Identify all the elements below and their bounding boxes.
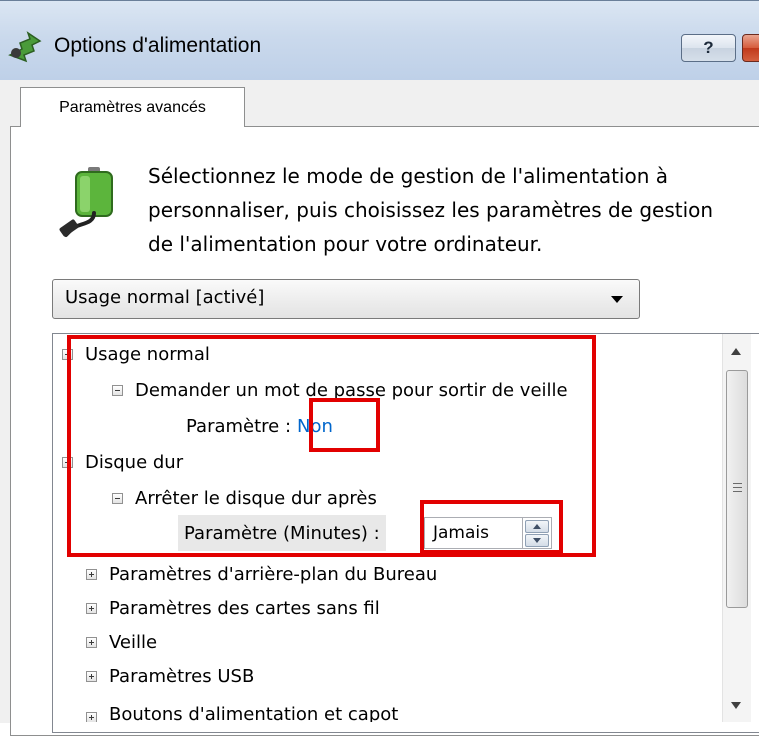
tree-item-power-buttons[interactable]: Boutons d'alimentation et capot bbox=[86, 692, 398, 722]
collapse-icon[interactable] bbox=[112, 492, 123, 504]
scroll-up-icon[interactable] bbox=[731, 348, 741, 355]
expand-icon[interactable] bbox=[86, 636, 97, 648]
window-title: Options d'alimentation bbox=[54, 34, 262, 57]
expand-icon[interactable] bbox=[86, 602, 97, 614]
collapse-icon[interactable] bbox=[62, 348, 73, 360]
dropdown-selected-value: Usage normal [activé] bbox=[65, 287, 265, 308]
stepper-down-icon[interactable] bbox=[525, 534, 549, 547]
grip-line bbox=[733, 491, 742, 492]
tree-item-hard-disk[interactable]: Disque dur bbox=[62, 444, 183, 480]
battery-plug-icon bbox=[59, 167, 113, 237]
minutes-input[interactable]: Jamais bbox=[424, 517, 524, 549]
tree-item-usage-normal[interactable]: Usage normal bbox=[62, 336, 210, 372]
grip-line bbox=[733, 487, 742, 488]
grip-line bbox=[733, 483, 742, 484]
expand-icon[interactable] bbox=[86, 670, 97, 682]
description-text: Sélectionnez le mode de gestion de l'ali… bbox=[148, 164, 714, 256]
tree-setting-password: Paramètre : Non bbox=[186, 415, 333, 437]
setting-value-link[interactable]: Non bbox=[297, 416, 333, 437]
chevron-down-icon bbox=[611, 296, 623, 303]
close-button[interactable] bbox=[742, 34, 759, 62]
minutes-stepper[interactable] bbox=[522, 517, 552, 549]
help-button[interactable]: ? bbox=[681, 34, 736, 62]
tree-item-password-wake[interactable]: Demander un mot de passe pour sortir de … bbox=[112, 372, 568, 408]
tree-setting-minutes: Paramètre (Minutes) : bbox=[178, 515, 386, 551]
tree-item-turn-off-disk[interactable]: Arrêter le disque dur après bbox=[112, 480, 377, 516]
tree-item-sleep[interactable]: Veille bbox=[86, 624, 157, 660]
title-bar: Options d'alimentation ? bbox=[0, 0, 759, 81]
tree-scrollbar[interactable] bbox=[722, 334, 751, 722]
power-plan-dropdown[interactable]: Usage normal [activé] bbox=[52, 279, 640, 319]
collapse-icon[interactable] bbox=[112, 384, 123, 396]
scroll-thumb[interactable] bbox=[726, 370, 748, 608]
tree-item-usb[interactable]: Paramètres USB bbox=[86, 658, 254, 694]
power-options-icon bbox=[8, 31, 42, 63]
expand-icon[interactable] bbox=[86, 712, 97, 722]
collapse-icon[interactable] bbox=[62, 456, 73, 468]
stepper-up-icon[interactable] bbox=[525, 520, 549, 533]
tree-item-desktop-background[interactable]: Paramètres d'arrière-plan du Bureau bbox=[86, 556, 437, 592]
expand-icon[interactable] bbox=[86, 568, 97, 580]
tree-item-wireless[interactable]: Paramètres des cartes sans fil bbox=[86, 590, 380, 626]
tab-advanced-settings[interactable]: Paramètres avancés bbox=[20, 87, 245, 127]
scroll-down-icon[interactable] bbox=[731, 702, 741, 709]
